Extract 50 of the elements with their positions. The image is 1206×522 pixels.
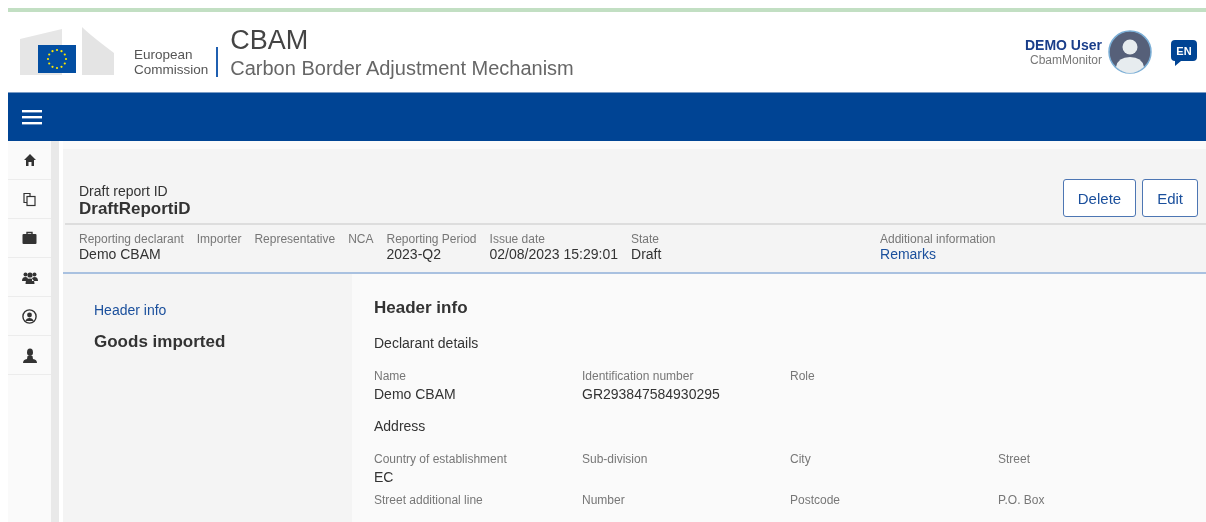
field-value: Draft	[631, 246, 663, 262]
field-label: Country of establishment	[374, 452, 508, 466]
report-id: DraftReportiD	[79, 199, 192, 219]
field-label: State	[631, 232, 661, 246]
field-label: Postcode	[790, 493, 842, 507]
field-label: Additional information	[880, 232, 996, 246]
field-label: Reporting declarant	[79, 232, 184, 246]
field-label: Issue date	[489, 232, 546, 246]
home-icon[interactable]	[22, 153, 37, 167]
subsection-title: Declarant details	[374, 335, 480, 351]
logo-text: European Commission	[134, 47, 219, 77]
field-value: EC	[374, 469, 395, 485]
user-name: DEMO User	[1024, 37, 1102, 53]
account-icon[interactable]	[22, 308, 38, 324]
field-label: Sub-division	[582, 452, 649, 466]
field-label: Reporting Period	[386, 232, 477, 246]
field-value: Demo CBAM	[79, 246, 162, 262]
edit-button[interactable]: Edit	[1142, 179, 1198, 217]
menu-icon[interactable]	[22, 109, 42, 125]
field-label: Number	[582, 493, 626, 507]
avatar-icon[interactable]	[1108, 30, 1152, 74]
field-label: Street additional line	[374, 493, 484, 507]
nav-link[interactable]: Header info	[94, 302, 352, 318]
subsection-title: Address	[374, 418, 427, 434]
field-label: Name	[374, 369, 407, 383]
nav-heading[interactable]: Goods imported	[94, 332, 352, 352]
user-role: CbamMonitor	[1028, 53, 1102, 67]
field-label: Importer	[196, 232, 242, 246]
field-label: City	[790, 452, 812, 466]
users-icon[interactable]	[21, 270, 38, 284]
field-value: GR293847584930295	[582, 386, 721, 402]
field-label: P.O. Box	[998, 493, 1046, 507]
field-label: Street	[998, 452, 1031, 466]
field-value: 02/08/2023 15:29:01	[489, 246, 618, 262]
app-title: CBAM	[230, 24, 309, 55]
section-title: Header info	[374, 298, 469, 318]
app-subtitle: Carbon Border Adjustment Mechanism	[230, 56, 574, 80]
field-value: 2023-Q2	[386, 246, 442, 262]
remarks-link[interactable]: Remarks	[880, 246, 996, 262]
delete-button[interactable]: Delete	[1062, 179, 1137, 217]
language-badge[interactable]: EN	[1170, 38, 1198, 66]
copy-icon[interactable]	[22, 191, 38, 207]
field-label: Identification number	[582, 369, 695, 383]
person-icon[interactable]	[22, 347, 37, 363]
field-label: NCA	[348, 232, 374, 246]
report-id-label: Draft report ID	[79, 183, 169, 199]
field-label: Role	[790, 369, 816, 383]
briefcase-icon[interactable]	[22, 231, 38, 245]
field-label: Representative	[254, 232, 336, 246]
field-value: Demo CBAM	[374, 386, 457, 402]
